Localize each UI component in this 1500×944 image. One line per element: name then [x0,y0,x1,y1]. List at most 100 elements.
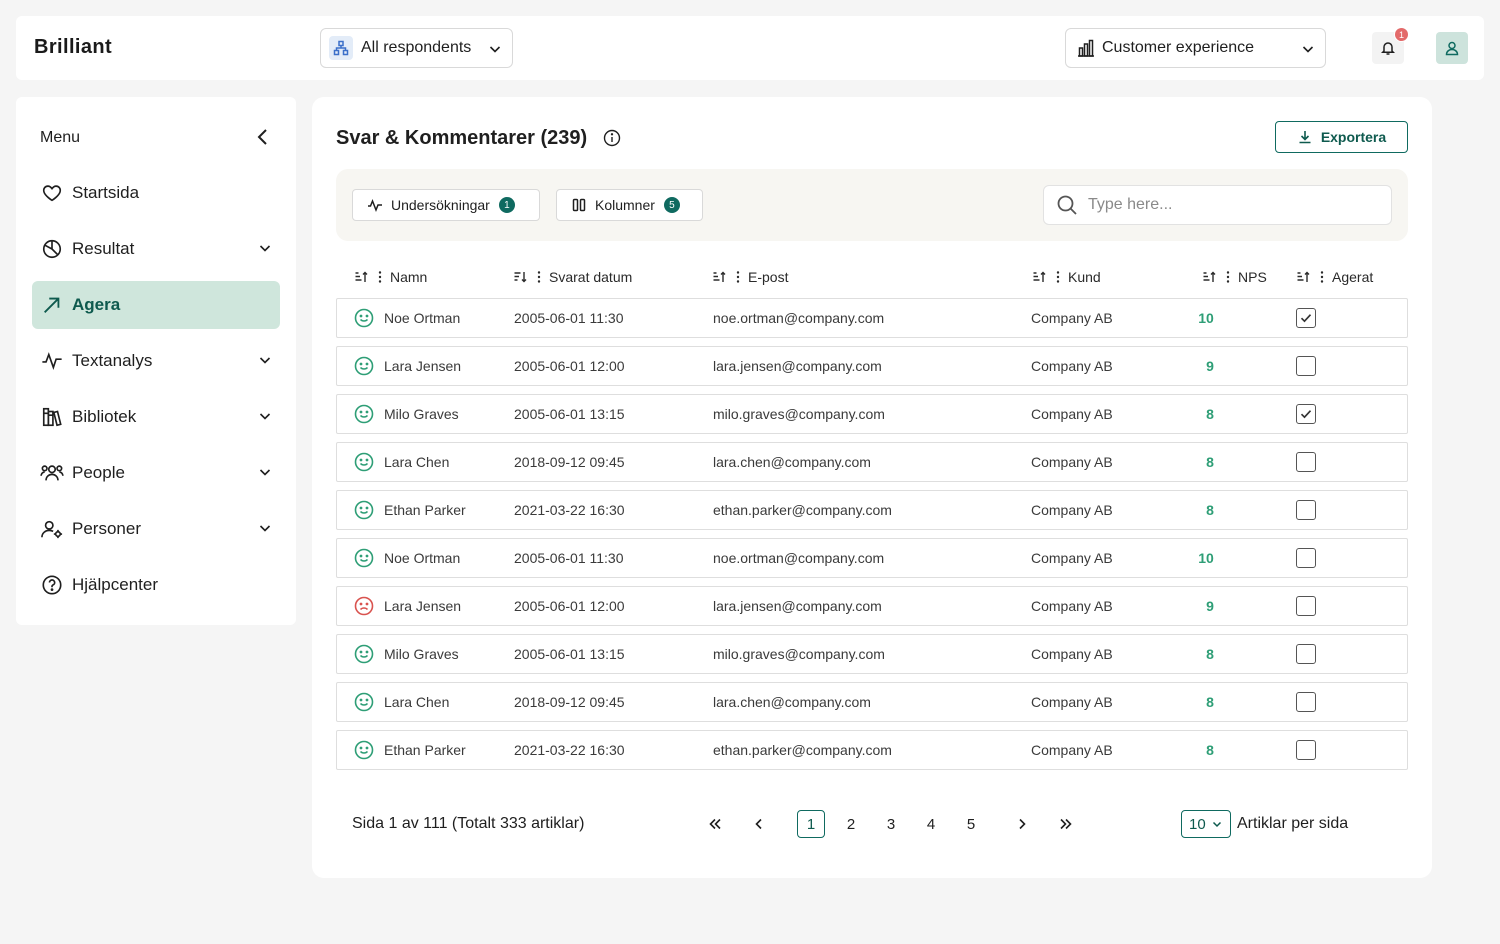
column-header-acted[interactable]: Agerat [1296,269,1373,285]
chevrons-left-icon [709,818,721,830]
sort-icon[interactable] [1296,270,1310,284]
sidebar-item-hjalpcenter[interactable]: Hjälpcenter [32,561,280,609]
user-gear-icon [40,517,64,541]
column-menu-icon[interactable] [537,270,541,284]
pie-chart-icon [40,237,64,261]
surveys-filter-button[interactable]: Undersökningar 1 [352,189,540,221]
sort-icon[interactable] [513,270,527,284]
chevron-down-icon [259,357,271,364]
table-row[interactable]: Noe Ortman 2005-06-01 11:30 noe.ortman@com… [336,538,1408,578]
acted-checkbox[interactable] [1296,548,1316,568]
customer: Company AB [1031,310,1113,326]
next-page-button[interactable] [1009,810,1035,838]
chevron-right-icon [1019,818,1026,830]
column-menu-icon[interactable] [1226,270,1230,284]
per-page-select[interactable]: 10 [1181,810,1231,838]
sort-icon[interactable] [1202,270,1216,284]
respondents-select[interactable]: All respondents [320,28,513,68]
collapse-sidebar-icon[interactable] [256,127,270,147]
activity-icon [40,349,64,373]
people-icon [40,461,64,485]
sidebar-item-startsida[interactable]: Startsida [32,169,280,217]
table-row[interactable]: Lara Chen 2018-09-12 09:45 lara.chen@compa… [336,682,1408,722]
sort-icon[interactable] [1032,270,1046,284]
nps-score: 8 [1206,646,1214,662]
search-input[interactable] [1088,196,1368,214]
table-row[interactable]: Milo Graves 2005-06-01 13:15 milo.graves@c… [336,394,1408,434]
respondent-name: Lara Chen [384,694,450,710]
page-button-1[interactable]: 1 [797,810,825,838]
sort-icon[interactable] [354,270,368,284]
sort-icon[interactable] [712,270,726,284]
search-box[interactable] [1043,185,1392,225]
table-row[interactable]: Milo Graves 2005-06-01 13:15 milo.graves@c… [336,634,1408,674]
previous-page-button[interactable] [746,810,772,838]
page-button-5[interactable]: 5 [957,810,985,838]
per-page-value: 10 [1189,815,1206,833]
chevron-down-icon [489,46,501,53]
sidebar-item-resultat[interactable]: Resultat [32,225,280,273]
column-header-label: Svarat datum [549,269,633,285]
column-header-email[interactable]: E-post [712,269,788,285]
nps-score: 9 [1206,358,1214,374]
table-row[interactable]: Lara Jensen 2005-06-01 12:00 lara.jensen@c… [336,346,1408,386]
sidebar-item-personer[interactable]: Personer [32,505,280,553]
answered-date: 2021-03-22 16:30 [514,502,625,518]
columns-icon [572,198,586,212]
column-menu-icon[interactable] [1056,270,1060,284]
column-header-date[interactable]: Svarat datum [513,269,632,285]
table-row[interactable]: Ethan Parker 2021-03-22 16:30 ethan.parker… [336,490,1408,530]
table-row[interactable]: Noe Ortman 2005-06-01 11:30 noe.ortman@com… [336,298,1408,338]
app-logo[interactable]: Brilliant [34,36,112,59]
acted-checkbox[interactable] [1296,452,1316,472]
table-row[interactable]: Ethan Parker 2021-03-22 16:30 ethan.parker… [336,730,1408,770]
user-avatar-button[interactable] [1436,32,1468,64]
column-menu-icon[interactable] [1320,270,1324,284]
columns-button[interactable]: Kolumner 5 [556,189,703,221]
answered-date: 2021-03-22 16:30 [514,742,625,758]
page-button-3[interactable]: 3 [877,810,905,838]
acted-checkbox[interactable] [1296,644,1316,664]
export-button[interactable]: Exportera [1275,121,1408,153]
checkmark-icon [1300,410,1312,419]
column-menu-icon[interactable] [378,270,382,284]
column-header-label: Agerat [1332,269,1374,285]
email: ethan.parker@company.com [713,502,892,518]
sidebar-item-people[interactable]: People [32,449,280,497]
respondent-name: Noe Ortman [384,550,461,566]
info-icon[interactable] [603,129,621,147]
column-header-name[interactable]: Namn [354,269,427,285]
nps-score: 10 [1198,550,1214,566]
email: noe.ortman@company.com [713,310,885,326]
sidebar-item-label: Resultat [72,239,135,258]
page-button-2[interactable]: 2 [837,810,865,838]
respondent-name: Milo Graves [384,646,459,662]
nps-score: 8 [1206,406,1214,422]
sidebar-item-agera[interactable]: Agera [32,281,280,329]
arrow-up-right-icon [40,293,64,317]
column-menu-icon[interactable] [736,270,740,284]
sidebar-item-bibliotek[interactable]: Bibliotek [32,393,280,441]
table-row[interactable]: Lara Jensen 2005-06-01 12:00 lara.jensen@c… [336,586,1408,626]
column-header-nps[interactable]: NPS [1202,269,1267,285]
customer: Company AB [1031,646,1113,662]
chevron-left-icon [755,818,762,830]
acted-checkbox[interactable] [1296,692,1316,712]
chevrons-right-icon [1060,818,1072,830]
acted-checkbox[interactable] [1296,500,1316,520]
page-button-4[interactable]: 4 [917,810,945,838]
last-page-button[interactable] [1053,810,1079,838]
table-row[interactable]: Lara Chen 2018-09-12 09:45 lara.chen@compa… [336,442,1408,482]
smiley-face-icon [354,644,374,664]
acted-checkbox[interactable] [1296,596,1316,616]
acted-checkbox[interactable] [1296,740,1316,760]
nps-score: 8 [1206,454,1214,470]
column-header-customer[interactable]: Kund [1032,269,1101,285]
sidebar-item-textanalys[interactable]: Textanalys [32,337,280,385]
acted-checkbox[interactable] [1296,404,1316,424]
first-page-button[interactable] [702,810,728,838]
nps-score: 8 [1206,694,1214,710]
dashboard-select[interactable]: Customer experience [1065,28,1326,68]
acted-checkbox[interactable] [1296,356,1316,376]
acted-checkbox[interactable] [1296,308,1316,328]
